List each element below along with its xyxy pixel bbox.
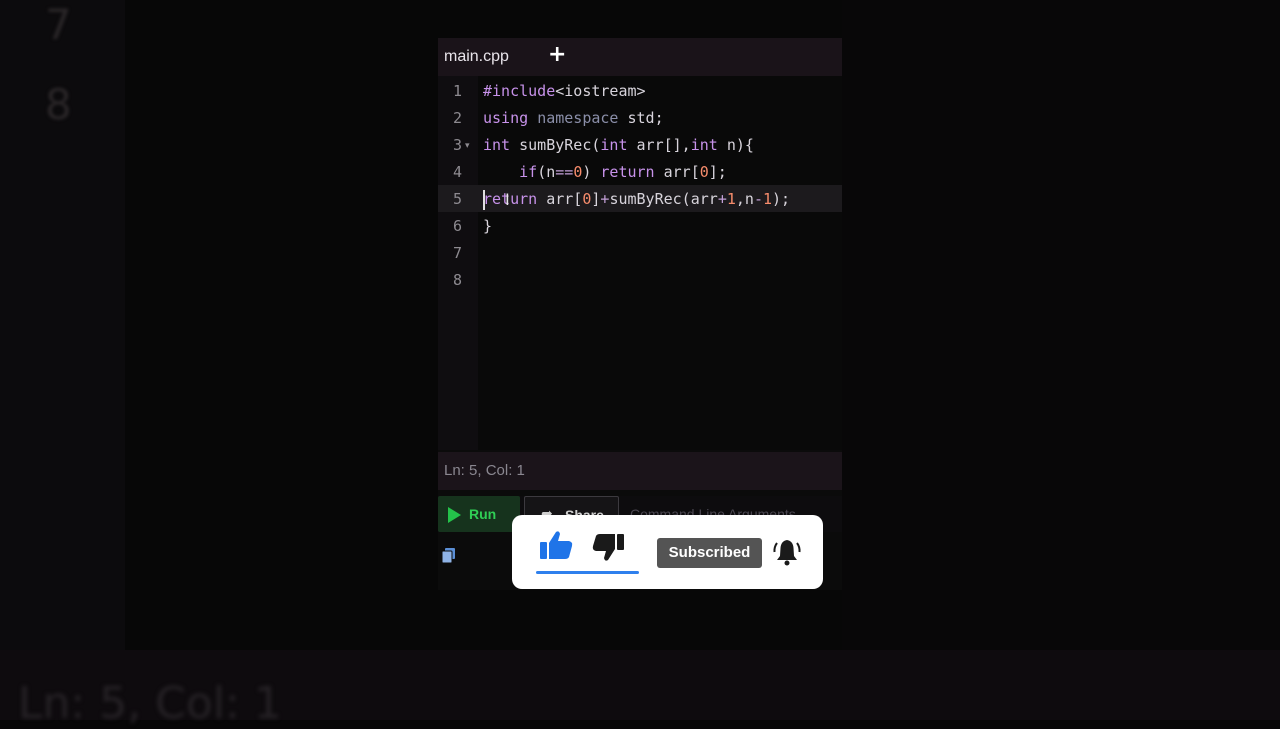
thumbs-up-icon[interactable] bbox=[538, 529, 574, 561]
cursor-position: Ln: 5, Col: 1 bbox=[444, 462, 525, 479]
like-underline bbox=[536, 571, 639, 574]
background-status-text: Ln: 5, Col: 1 bbox=[18, 678, 282, 729]
copy-icon[interactable] bbox=[442, 548, 455, 563]
code-line: #include<iostream> bbox=[483, 82, 646, 100]
line-number-gutter bbox=[438, 76, 478, 450]
status-bar: Ln: 5, Col: 1 bbox=[438, 452, 842, 490]
thumbs-down-icon[interactable] bbox=[592, 533, 626, 563]
line-number: 2 bbox=[452, 109, 462, 127]
tab-bar: main.cpp + bbox=[438, 38, 842, 76]
background-line-number: 7 bbox=[45, 0, 72, 49]
code-line: if(n==0) return arr[0]; bbox=[519, 163, 727, 181]
background-right-panel bbox=[842, 0, 1280, 720]
code-line: } bbox=[483, 217, 493, 235]
code-line: return arr[0]+sumByRec(arr+1,n-1); bbox=[483, 190, 791, 208]
line-number: 7 bbox=[452, 244, 462, 262]
line-number: 1 bbox=[452, 82, 462, 100]
line-number: 3 bbox=[452, 136, 462, 154]
subscribed-button[interactable]: Subscribed bbox=[657, 538, 762, 568]
code-line: using namespace std; bbox=[483, 109, 664, 127]
fold-arrow-icon[interactable]: ▾ bbox=[465, 141, 470, 151]
line-number: 6 bbox=[452, 217, 462, 235]
line-number: 8 bbox=[452, 271, 462, 289]
subscribe-overlay: Subscribed bbox=[512, 515, 823, 589]
bell-icon[interactable] bbox=[772, 537, 802, 567]
ibeam-cursor-icon: I bbox=[505, 190, 510, 209]
plus-icon[interactable]: + bbox=[548, 42, 566, 67]
code-area[interactable] bbox=[478, 76, 842, 450]
play-icon bbox=[448, 507, 461, 523]
text-cursor bbox=[483, 190, 485, 210]
code-line: int sumByRec(int arr[],int n){ bbox=[483, 136, 754, 154]
line-number: 5 bbox=[452, 190, 462, 208]
background-line-number: 8 bbox=[45, 80, 72, 129]
run-label: Run bbox=[469, 506, 497, 522]
run-button[interactable]: Run bbox=[438, 496, 520, 532]
line-number: 4 bbox=[452, 163, 462, 181]
tab-main-cpp[interactable]: main.cpp bbox=[444, 48, 509, 66]
code-editor: main.cpp + 1 2 3 ▾ 4 5 6 7 8 #include<io… bbox=[438, 38, 842, 590]
